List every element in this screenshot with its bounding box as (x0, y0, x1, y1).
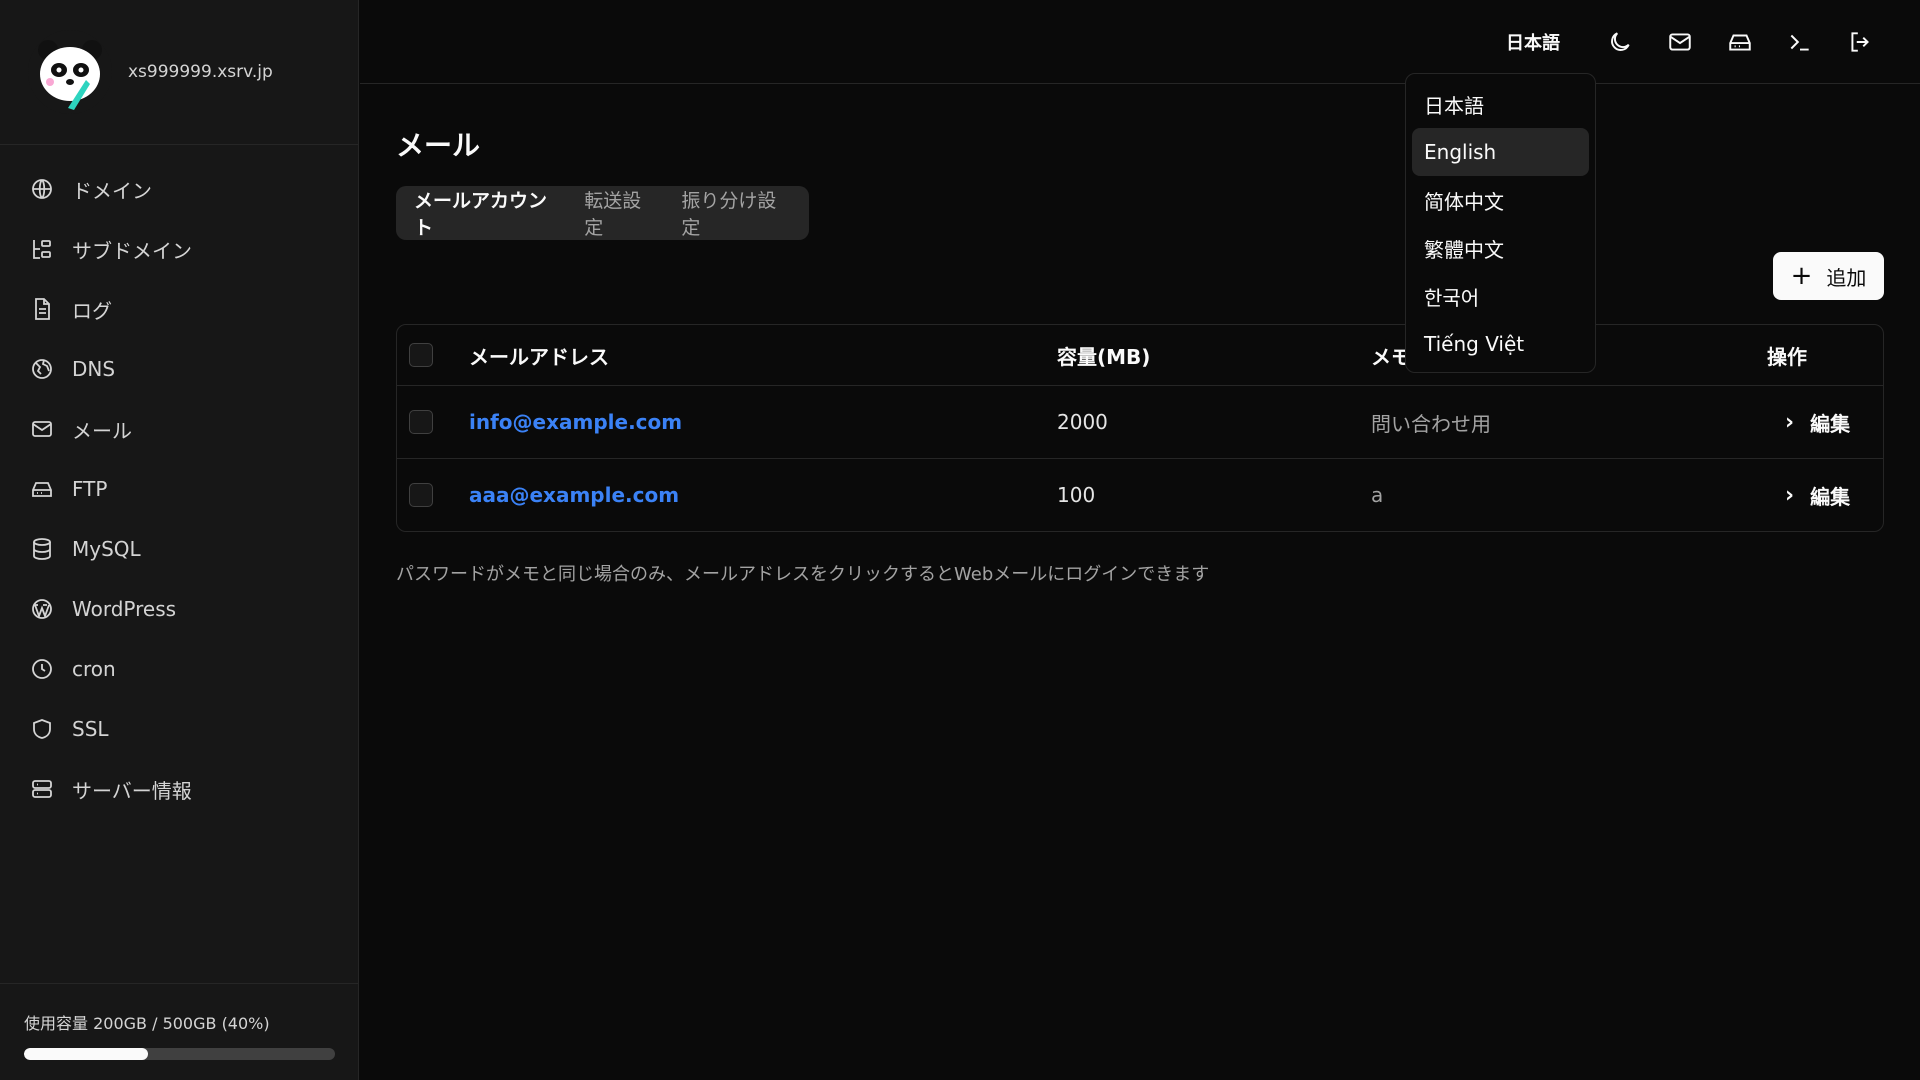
email-link[interactable]: info@example.com (469, 410, 682, 434)
edit-label: 編集 (1810, 411, 1851, 436)
inbox-icon (1729, 34, 1751, 51)
logout-button[interactable] (1830, 20, 1890, 64)
table-row: info@example.com 2000 問い合わせ用 › 編集 (397, 385, 1883, 458)
app: xs999999.xsrv.jp ドメイン サブドメイン ログ DNS メール (0, 0, 1920, 1080)
sidebar: xs999999.xsrv.jp ドメイン サブドメイン ログ DNS メール (0, 0, 359, 1080)
sidebar-item-domain[interactable]: ドメイン (0, 159, 358, 219)
sidebar-item-label: ログ (72, 298, 112, 323)
capacity-cell: 100 (1057, 483, 1096, 507)
language-option-zh-hant[interactable]: 繁體中文 (1412, 224, 1589, 272)
sidebar-item-dns[interactable]: DNS (0, 339, 358, 399)
capacity-cell: 2000 (1057, 410, 1108, 434)
storage-usage: 使用容量 200GB / 500GB (40%) (0, 983, 358, 1080)
globe-icon (32, 179, 52, 199)
language-option-zh-hans[interactable]: 简体中文 (1412, 176, 1589, 224)
language-selector[interactable]: 日本語 (1506, 29, 1560, 55)
table-header: メールアドレス 容量(MB) メモ 操作 (397, 325, 1883, 385)
sidebar-item-label: サブドメイン (72, 238, 192, 263)
sidebar-header: xs999999.xsrv.jp (0, 0, 358, 145)
language-dropdown: 日本語 English 简体中文 繁體中文 한국어 Tiếng Việt (1405, 73, 1596, 373)
edit-button[interactable]: › 編集 (1785, 386, 1850, 458)
edit-button[interactable]: › 編集 (1785, 459, 1850, 531)
sidebar-item-mail[interactable]: メール (0, 399, 358, 459)
add-button-label: 追加 (1826, 265, 1867, 290)
add-button[interactable]: + 追加 (1773, 252, 1884, 300)
sidebar-item-label: WordPress (72, 597, 177, 621)
tab-mail-accounts[interactable]: メールアカウント (402, 186, 572, 240)
server-icon (32, 780, 52, 798)
row-checkbox[interactable] (409, 410, 433, 434)
language-option-en[interactable]: English (1412, 128, 1589, 176)
tab-bar: メールアカウント 転送設定 振り分け設定 (396, 186, 809, 240)
sidebar-item-ssl[interactable]: SSL (0, 699, 358, 759)
sidebar-item-mysql[interactable]: MySQL (0, 519, 358, 579)
webmail-note: パスワードがメモと同じ場合のみ、メールアドレスをクリックするとWebメールにログ… (396, 564, 1210, 585)
chevron-right-icon: › (1785, 409, 1795, 435)
tab-forwarding[interactable]: 転送設定 (572, 186, 669, 240)
column-header-ops: 操作 (1767, 344, 1807, 369)
wordpress-icon (32, 599, 52, 619)
file-manager-button[interactable] (1710, 20, 1770, 64)
row-checkbox[interactable] (409, 483, 433, 507)
avatar[interactable] (28, 30, 112, 114)
language-option-ko[interactable]: 한국어 (1412, 272, 1589, 320)
column-header-capacity: 容量(MB) (1057, 344, 1151, 369)
subdomain-icon (33, 240, 51, 259)
sidebar-item-label: DNS (72, 357, 116, 381)
terminal-button[interactable] (1770, 20, 1830, 64)
sidebar-item-label: FTP (72, 477, 108, 501)
topbar: 日本語 (360, 0, 1920, 84)
mail-accounts-table: メールアドレス 容量(MB) メモ 操作 info@example.com 20… (396, 324, 1884, 532)
clock-icon (32, 659, 52, 679)
usage-text: 使用容量 200GB / 500GB (40%) (24, 1014, 270, 1033)
usage-progress-bar (24, 1048, 335, 1060)
email-link[interactable]: aaa@example.com (469, 483, 679, 507)
shield-icon (33, 719, 51, 739)
sidebar-item-label: メール (72, 418, 132, 443)
sidebar-item-label: MySQL (72, 537, 141, 561)
table-row: aaa@example.com 100 a › 編集 (397, 458, 1883, 531)
language-option-vi[interactable]: Tiếng Việt (1412, 320, 1589, 368)
edit-label: 編集 (1810, 484, 1851, 509)
mail-icon (1669, 32, 1691, 51)
sidebar-item-label: ドメイン (72, 178, 152, 203)
sidebar-item-label: cron (72, 657, 116, 681)
sidebar-item-wordpress[interactable]: WordPress (0, 579, 358, 639)
usage-progress-fill (24, 1048, 149, 1060)
theme-toggle-button[interactable] (1590, 20, 1650, 64)
server-host: xs999999.xsrv.jp (128, 62, 273, 82)
column-header-email: メールアドレス (469, 344, 609, 369)
memo-cell: 問い合わせ用 (1371, 411, 1491, 436)
file-text-icon (35, 298, 50, 320)
sidebar-item-cron[interactable]: cron (0, 639, 358, 699)
sidebar-item-label: サーバー情報 (72, 778, 192, 803)
select-all-checkbox[interactable] (409, 343, 433, 367)
sidebar-item-log[interactable]: ログ (0, 279, 358, 339)
dns-globe-icon (32, 359, 52, 379)
page-title: メール (396, 129, 481, 162)
mail-icon (32, 421, 52, 437)
database-icon (33, 538, 51, 560)
memo-cell: a (1371, 483, 1384, 507)
sidebar-item-ftp[interactable]: FTP (0, 459, 358, 519)
tab-filtering[interactable]: 振り分け設定 (669, 186, 803, 240)
sidebar-item-server-info[interactable]: サーバー情報 (0, 759, 358, 819)
sidebar-item-label: SSL (72, 717, 109, 741)
moon-icon (1611, 31, 1630, 51)
language-option-ja[interactable]: 日本語 (1412, 80, 1589, 128)
terminal-icon (1790, 34, 1809, 51)
webmail-button[interactable] (1650, 20, 1710, 64)
plus-icon: + (1790, 261, 1813, 291)
sidebar-item-subdomain[interactable]: サブドメイン (0, 219, 358, 279)
hard-drive-icon (32, 482, 52, 497)
sidebar-nav: ドメイン サブドメイン ログ DNS メール FTP MySQL WordPre… (0, 145, 358, 819)
logout-icon (1851, 31, 1869, 52)
chevron-right-icon: › (1785, 482, 1795, 508)
